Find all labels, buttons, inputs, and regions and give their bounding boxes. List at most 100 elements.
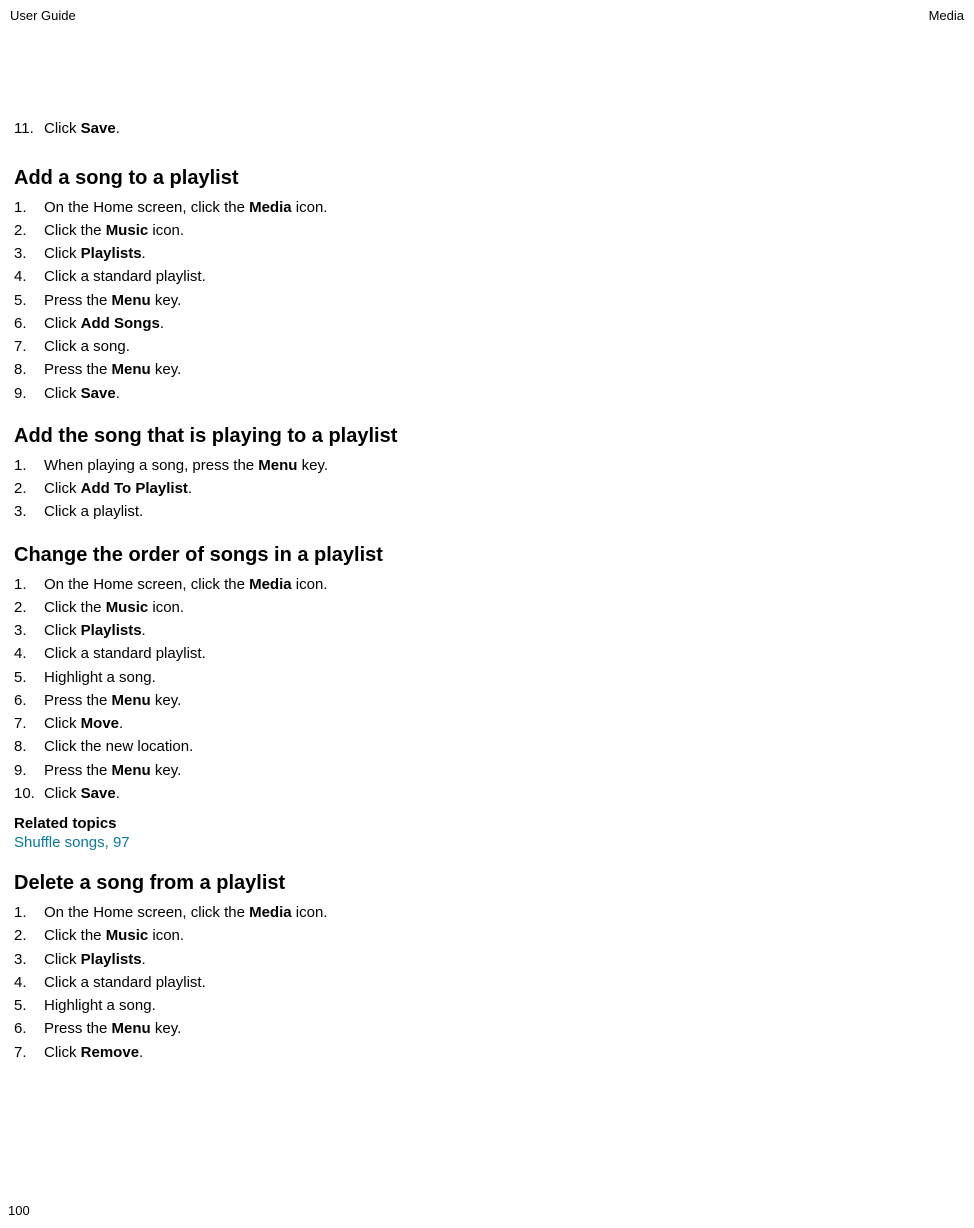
- step-number: 3.: [14, 948, 44, 971]
- step-number: 5.: [14, 994, 44, 1017]
- step-text: Click a playlist.: [44, 500, 960, 523]
- step-number: 11.: [14, 119, 44, 139]
- related-topic-link[interactable]: Shuffle songs, 97: [14, 834, 130, 851]
- step-number: 5.: [14, 289, 44, 312]
- related-topics-label: Related topics: [14, 815, 960, 832]
- continuation-step: 11. Click Save.: [14, 119, 960, 139]
- step-text: On the Home screen, click the Media icon…: [44, 901, 960, 924]
- step-number: 1.: [14, 196, 44, 219]
- step-text: Click a song.: [44, 335, 960, 358]
- step-text: Press the Menu key.: [44, 289, 960, 312]
- step-text: Click Add To Playlist.: [44, 477, 960, 500]
- section-title: Change the order of songs in a playlist: [14, 544, 960, 567]
- step-number: 9.: [14, 382, 44, 405]
- step-text: On the Home screen, click the Media icon…: [44, 196, 960, 219]
- step-text: Click Playlists.: [44, 242, 960, 265]
- steps-list: 1.On the Home screen, click the Media ic…: [14, 196, 960, 405]
- step-item: 2.Click the Music icon.: [14, 219, 960, 242]
- step-number: 2.: [14, 477, 44, 500]
- step-text: Press the Menu key.: [44, 689, 960, 712]
- section-title: Add a song to a playlist: [14, 167, 960, 190]
- step-item: 1.On the Home screen, click the Media ic…: [14, 573, 960, 596]
- step-number: 4.: [14, 265, 44, 288]
- step-item: 3.Click Playlists.: [14, 242, 960, 265]
- step-item: 7.Click Remove.: [14, 1041, 960, 1064]
- section-title: Add the song that is playing to a playli…: [14, 425, 960, 448]
- step-item: 1.On the Home screen, click the Media ic…: [14, 196, 960, 219]
- step-item: 3.Click Playlists.: [14, 619, 960, 642]
- step-number: 8.: [14, 735, 44, 758]
- step-item: 7.Click a song.: [14, 335, 960, 358]
- step-text: Click Save.: [44, 119, 120, 139]
- step-number: 2.: [14, 924, 44, 947]
- step-text: Click Add Songs.: [44, 312, 960, 335]
- step-text: Click Save.: [44, 782, 960, 805]
- step-item: 6.Click Add Songs.: [14, 312, 960, 335]
- section-title: Delete a song from a playlist: [14, 872, 960, 895]
- step-item: 4.Click a standard playlist.: [14, 265, 960, 288]
- header-right: Media: [929, 8, 964, 23]
- step-number: 7.: [14, 335, 44, 358]
- step-text: Click the Music icon.: [44, 596, 960, 619]
- step-number: 5.: [14, 666, 44, 689]
- step-number: 2.: [14, 219, 44, 242]
- step-item: 8.Press the Menu key.: [14, 358, 960, 381]
- step-text: On the Home screen, click the Media icon…: [44, 573, 960, 596]
- step-item: 10.Click Save.: [14, 782, 960, 805]
- step-text: Click a standard playlist.: [44, 642, 960, 665]
- step-item: 5.Press the Menu key.: [14, 289, 960, 312]
- step-text: Click Remove.: [44, 1041, 960, 1064]
- step-text: Highlight a song.: [44, 666, 960, 689]
- steps-list: 1.On the Home screen, click the Media ic…: [14, 573, 960, 806]
- step-text: Click the Music icon.: [44, 219, 960, 242]
- step-item: 5.Highlight a song.: [14, 666, 960, 689]
- page-content: 11. Click Save. Add a song to a playlist…: [8, 23, 966, 1064]
- step-text: Click Playlists.: [44, 619, 960, 642]
- step-item: 7.Click Move.: [14, 712, 960, 735]
- header-left: User Guide: [10, 8, 76, 23]
- step-number: 1.: [14, 901, 44, 924]
- step-number: 2.: [14, 596, 44, 619]
- step-number: 3.: [14, 242, 44, 265]
- step-number: 10.: [14, 782, 44, 805]
- step-item: 2.Click the Music icon.: [14, 596, 960, 619]
- step-item: 8.Click the new location.: [14, 735, 960, 758]
- step-number: 1.: [14, 454, 44, 477]
- step-item: 3.Click Playlists.: [14, 948, 960, 971]
- step-text: Click a standard playlist.: [44, 971, 960, 994]
- step-item: 1.When playing a song, press the Menu ke…: [14, 454, 960, 477]
- step-text: Highlight a song.: [44, 994, 960, 1017]
- step-number: 8.: [14, 358, 44, 381]
- step-item: 9.Click Save.: [14, 382, 960, 405]
- step-number: 9.: [14, 759, 44, 782]
- step-text: Press the Menu key.: [44, 759, 960, 782]
- step-item: 3.Click a playlist.: [14, 500, 960, 523]
- step-text: Click Move.: [44, 712, 960, 735]
- steps-list: 1.When playing a song, press the Menu ke…: [14, 454, 960, 524]
- step-item: 4.Click a standard playlist.: [14, 971, 960, 994]
- step-text: When playing a song, press the Menu key.: [44, 454, 960, 477]
- steps-list: 1.On the Home screen, click the Media ic…: [14, 901, 960, 1064]
- step-text: Press the Menu key.: [44, 358, 960, 381]
- page-number: 100: [8, 1203, 30, 1218]
- step-number: 4.: [14, 642, 44, 665]
- step-number: 1.: [14, 573, 44, 596]
- step-number: 6.: [14, 1017, 44, 1040]
- step-number: 7.: [14, 1041, 44, 1064]
- step-item: 6.Press the Menu key.: [14, 1017, 960, 1040]
- step-item: 2.Click Add To Playlist.: [14, 477, 960, 500]
- step-number: 4.: [14, 971, 44, 994]
- step-number: 6.: [14, 689, 44, 712]
- step-text: Click a standard playlist.: [44, 265, 960, 288]
- step-text: Click the Music icon.: [44, 924, 960, 947]
- step-item: 1.On the Home screen, click the Media ic…: [14, 901, 960, 924]
- step-number: 3.: [14, 619, 44, 642]
- page-header: User Guide Media: [8, 8, 966, 23]
- step-item: 6.Press the Menu key.: [14, 689, 960, 712]
- step-text: Press the Menu key.: [44, 1017, 960, 1040]
- step-number: 3.: [14, 500, 44, 523]
- step-number: 7.: [14, 712, 44, 735]
- step-item: 4.Click a standard playlist.: [14, 642, 960, 665]
- step-text: Click the new location.: [44, 735, 960, 758]
- step-text: Click Save.: [44, 382, 960, 405]
